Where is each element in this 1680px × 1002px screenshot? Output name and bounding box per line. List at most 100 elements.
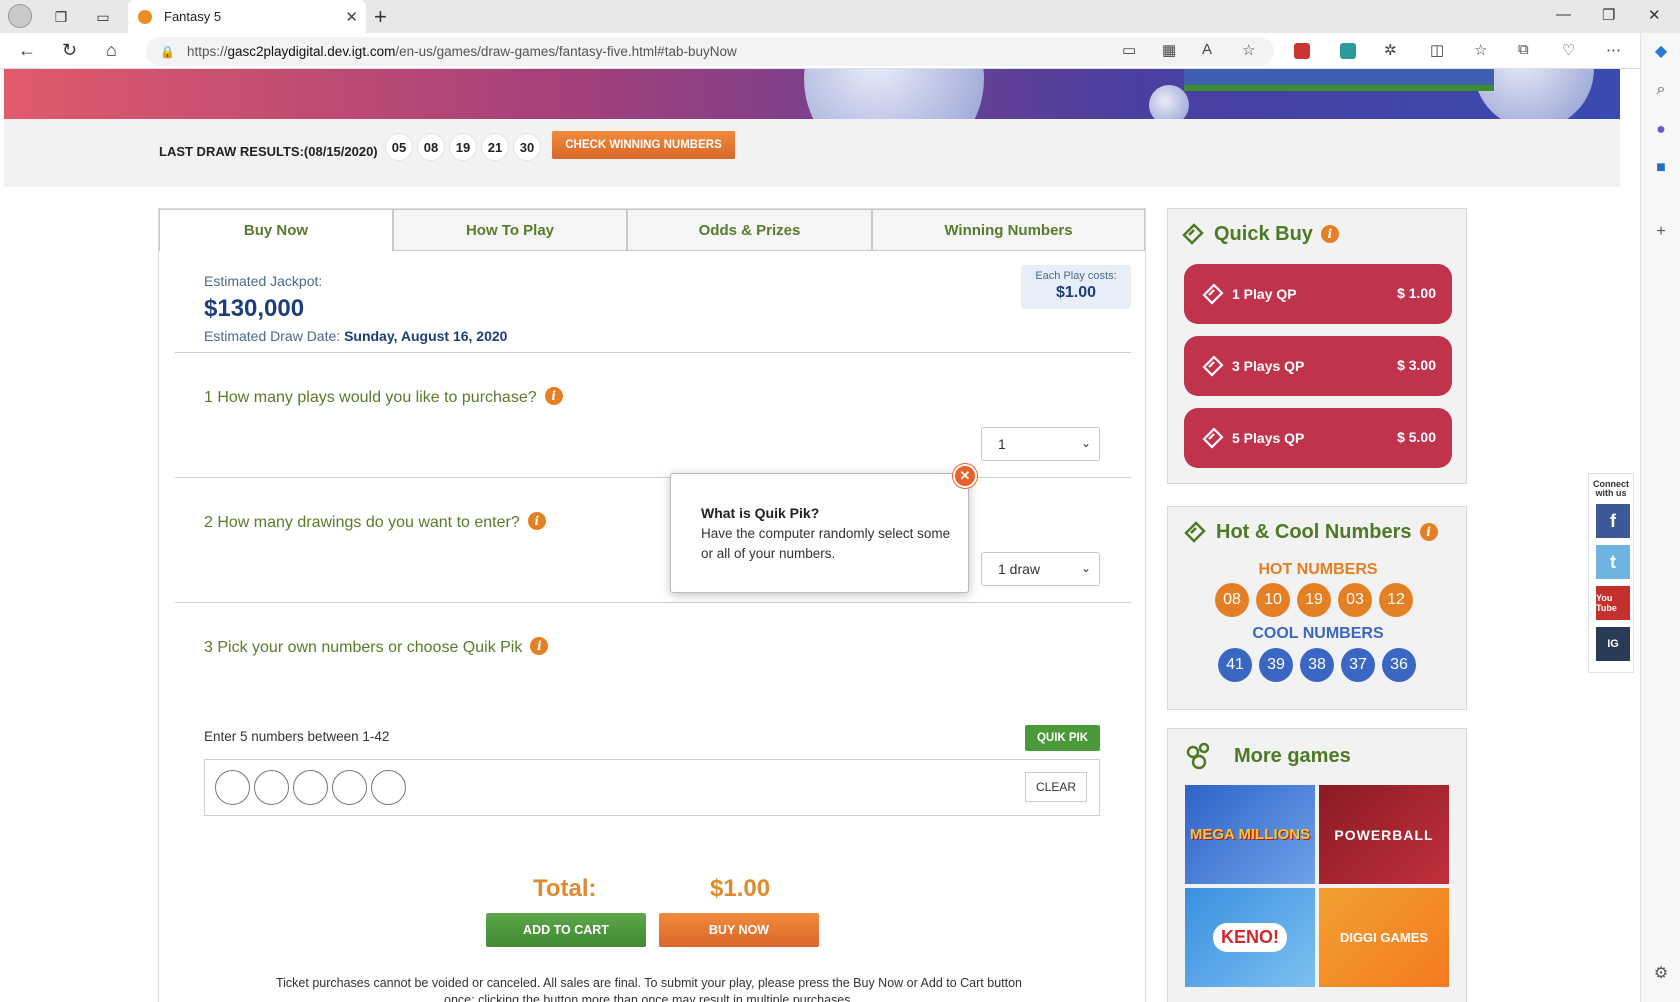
favorites-icon[interactable]: ☆ xyxy=(1474,41,1487,59)
game-tile-label: KENO! xyxy=(1213,923,1287,952)
game-tile-mega-millions[interactable]: MEGA MILLIONS xyxy=(1185,785,1315,884)
youtube-icon[interactable]: You Tube xyxy=(1596,586,1630,620)
tab-buy-now[interactable]: Buy Now xyxy=(159,209,393,251)
number-slot[interactable] xyxy=(215,770,250,805)
divider xyxy=(175,602,1131,603)
tab-odds-prizes[interactable]: Odds & Prizes xyxy=(627,209,872,251)
step-3-question: 3 Pick your own numbers or choose Quik P… xyxy=(204,637,549,657)
new-tab-icon[interactable]: + xyxy=(374,4,387,30)
check-winning-numbers-button[interactable]: CHECK WINNING NUMBERS xyxy=(552,131,735,159)
collections-icon[interactable]: ⧉ xyxy=(1518,41,1529,58)
read-aloud-icon[interactable]: A xyxy=(1202,41,1212,58)
apps-icon[interactable]: ▦ xyxy=(1162,41,1176,59)
game-tile-label: DIGGI GAMES xyxy=(1339,930,1429,945)
close-tab-icon[interactable]: ✕ xyxy=(345,8,358,26)
maximize-icon[interactable]: ❐ xyxy=(1602,6,1615,24)
total-value: $1.00 xyxy=(710,875,771,902)
browser-tab-active[interactable]: Fantasy 5 ✕ xyxy=(128,0,366,33)
close-icon[interactable]: ✕ xyxy=(953,464,977,488)
outlook-icon[interactable]: ■ xyxy=(1651,159,1671,179)
quick-buy-5-plays-button[interactable]: 5 Plays QP $ 5.00 xyxy=(1184,408,1452,468)
tooltip-body: Have the computer randomly select some o… xyxy=(701,526,951,561)
search-icon[interactable]: ⌕ xyxy=(1651,81,1671,101)
more-games-card: More games MEGA MILLIONS POWERBALL KENO!… xyxy=(1167,728,1467,1002)
hero-banner xyxy=(4,69,1620,119)
performance-icon[interactable]: ♡ xyxy=(1562,41,1575,59)
clear-button[interactable]: CLEAR xyxy=(1025,772,1087,802)
quick-buy-1-play-button[interactable]: 1 Play QP $ 1.00 xyxy=(1184,264,1452,324)
game-tile-label: MEGA MILLIONS xyxy=(1189,826,1311,843)
tab-winning-numbers[interactable]: Winning Numbers xyxy=(872,209,1145,251)
add-sidebar-icon[interactable]: + xyxy=(1651,223,1671,243)
browser-sidebar: ◆ ⌕ ● ■ + ⚙ xyxy=(1640,33,1680,1002)
plays-select[interactable]: 1 ⌄ xyxy=(981,427,1100,461)
cool-number: 36 xyxy=(1382,648,1416,682)
banner-green-bar xyxy=(1184,69,1494,91)
quick-buy-price: $ 1.00 xyxy=(1397,285,1436,301)
extension-red-icon[interactable] xyxy=(1294,43,1310,59)
favicon-icon xyxy=(138,9,152,24)
favorite-star-icon[interactable]: ☆ xyxy=(1242,41,1255,59)
settings-gear-icon[interactable]: ⚙ xyxy=(1651,963,1671,983)
add-to-cart-button[interactable]: ADD TO CART xyxy=(486,913,646,947)
hot-number: 10 xyxy=(1256,583,1290,617)
ticket-icon xyxy=(1182,223,1204,245)
facebook-icon[interactable]: f xyxy=(1596,504,1630,538)
divider xyxy=(175,352,1131,353)
info-icon[interactable]: i xyxy=(1419,523,1438,541)
hot-number: 03 xyxy=(1338,583,1372,617)
shopping-icon[interactable]: ● xyxy=(1651,121,1671,141)
game-tabs: Buy Now How To Play Odds & Prizes Winnin… xyxy=(159,209,1145,251)
last-draw-label: LAST DRAW RESULTS:(08/15/2020) xyxy=(159,144,378,159)
twitter-icon[interactable]: t xyxy=(1596,545,1630,579)
number-slot[interactable] xyxy=(371,770,406,805)
step-3-label: 3 Pick your own numbers or choose Quik P… xyxy=(204,639,523,656)
window-close-icon[interactable]: ✕ xyxy=(1648,6,1661,24)
tab-how-to-play[interactable]: How To Play xyxy=(393,209,627,251)
step-1-label: 1 How many plays would you like to purch… xyxy=(204,389,537,406)
instagram-icon[interactable]: IG xyxy=(1596,627,1630,661)
cast-icon[interactable]: ▭ xyxy=(1122,41,1136,59)
game-tile-diggi[interactable]: DIGGI GAMES xyxy=(1319,888,1449,987)
hot-cool-title: Hot & Cool Numbers i xyxy=(1182,519,1438,545)
extension-teal-icon[interactable] xyxy=(1340,43,1356,59)
copilot-icon[interactable]: ◆ xyxy=(1651,41,1671,61)
url-field[interactable]: 🔒 https://gasc2playdigital.dev.igt.com/e… xyxy=(146,37,1274,66)
profile-avatar[interactable] xyxy=(8,4,32,28)
cool-number: 37 xyxy=(1341,648,1375,682)
youtube-glyph: You Tube xyxy=(1596,593,1617,613)
number-slot[interactable] xyxy=(293,770,328,805)
tab-actions-icon[interactable]: ▭ xyxy=(92,6,114,28)
refresh-icon[interactable]: ↻ xyxy=(62,40,77,61)
minimize-icon[interactable]: — xyxy=(1556,6,1571,23)
draw-number: 30 xyxy=(513,133,541,161)
info-icon[interactable]: i xyxy=(544,387,563,405)
address-bar-row: ← ↻ ⌂ 🔒 https://gasc2playdigital.dev.igt… xyxy=(0,33,1680,69)
workspaces-icon[interactable]: ❐ xyxy=(50,6,72,28)
home-icon[interactable]: ⌂ xyxy=(106,40,117,61)
quick-buy-3-plays-button[interactable]: 3 Plays QP $ 3.00 xyxy=(1184,336,1452,396)
game-tile-keno[interactable]: KENO! xyxy=(1185,888,1315,987)
info-icon[interactable]: i xyxy=(530,637,549,655)
cool-number: 38 xyxy=(1300,648,1334,682)
info-icon[interactable]: i xyxy=(1320,225,1339,243)
hot-cool-card: Hot & Cool Numbers i HOT NUMBERS 08 10 1… xyxy=(1167,506,1467,710)
number-slot[interactable] xyxy=(254,770,289,805)
split-screen-icon[interactable]: ◫ xyxy=(1430,41,1444,59)
draw-number: 08 xyxy=(417,133,445,161)
game-tile-powerball[interactable]: POWERBALL xyxy=(1319,785,1449,884)
draw-date-label: Estimated Draw Date: xyxy=(204,328,341,344)
hot-number: 19 xyxy=(1297,583,1331,617)
number-slot[interactable] xyxy=(332,770,367,805)
game-tile-label: POWERBALL xyxy=(1334,826,1434,843)
extensions-puzzle-icon[interactable]: ✲ xyxy=(1384,41,1397,59)
back-icon[interactable]: ← xyxy=(18,40,36,61)
drawings-select-value: 1 draw xyxy=(998,561,1041,577)
info-icon[interactable]: i xyxy=(527,512,546,530)
drawings-select[interactable]: 1 draw ⌄ xyxy=(981,552,1100,586)
buy-now-button[interactable]: BUY NOW xyxy=(659,913,819,947)
more-menu-icon[interactable]: ⋯ xyxy=(1606,41,1621,59)
url-prefix: https:// xyxy=(186,44,228,59)
draw-date-value: Sunday, August 16, 2020 xyxy=(344,328,508,344)
quik-pik-button[interactable]: QUIK PIK xyxy=(1025,725,1100,751)
